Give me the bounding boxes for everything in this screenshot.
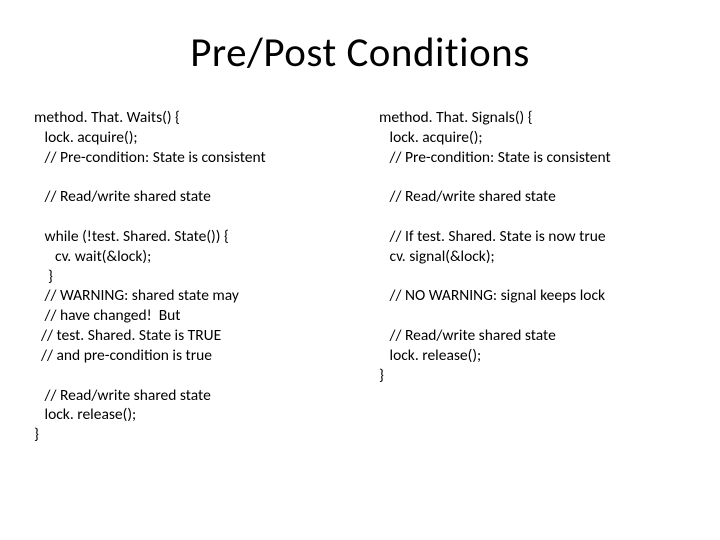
code-line: // Pre-condition: State is consistent bbox=[34, 148, 266, 167]
code-line: lock. acquire(); bbox=[34, 128, 138, 147]
code-line: while (!test. Shared. State()) { bbox=[34, 227, 229, 246]
code-line: // Read/write shared state bbox=[379, 326, 556, 345]
code-line: } bbox=[379, 366, 384, 385]
code-line: lock. acquire(); bbox=[379, 128, 483, 147]
slide-title: Pre/Post Conditions bbox=[34, 28, 686, 78]
code-columns: method. That. Waits() { lock. acquire();… bbox=[34, 108, 686, 445]
code-line: // test. Shared. State is TRUE bbox=[34, 326, 221, 345]
code-line: lock. release(); bbox=[34, 405, 136, 424]
code-line: // NO WARNING: signal keeps lock bbox=[379, 286, 605, 305]
code-line: method. That. Signals() { bbox=[379, 108, 533, 127]
code-line: // WARNING: shared state may bbox=[34, 286, 239, 305]
slide: Pre/Post Conditions method. That. Waits(… bbox=[0, 0, 720, 540]
code-line: // Read/write shared state bbox=[34, 386, 211, 405]
right-code-block: method. That. Signals() { lock. acquire(… bbox=[379, 108, 686, 445]
code-line: lock. release(); bbox=[379, 346, 481, 365]
code-line: } bbox=[34, 425, 39, 444]
code-line: } bbox=[34, 267, 53, 286]
code-line: // If test. Shared. State is now true bbox=[379, 227, 606, 246]
code-line: // Pre-condition: State is consistent bbox=[379, 148, 611, 167]
code-line: // Read/write shared state bbox=[379, 187, 556, 206]
code-line: cv. signal(&lock); bbox=[379, 247, 495, 266]
code-line: // Read/write shared state bbox=[34, 187, 211, 206]
code-line: method. That. Waits() { bbox=[34, 108, 180, 127]
left-code-block: method. That. Waits() { lock. acquire();… bbox=[34, 108, 341, 445]
code-line: // and pre-condition is true bbox=[34, 346, 212, 365]
code-line: // have changed! But bbox=[34, 306, 180, 325]
code-line: cv. wait(&lock); bbox=[34, 247, 151, 266]
